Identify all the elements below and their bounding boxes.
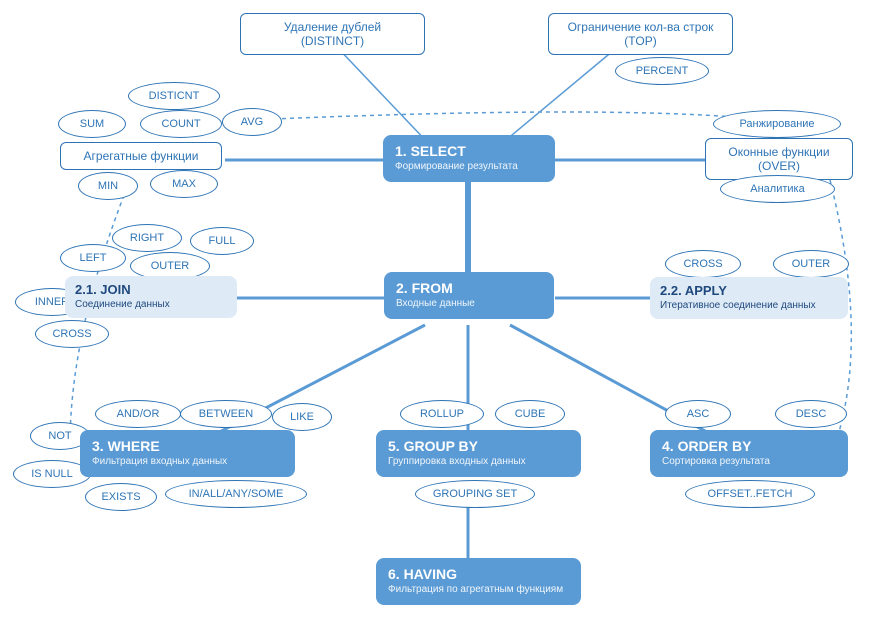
title: 1. SELECT [395, 143, 543, 159]
title: 2.2. APPLY [660, 283, 838, 298]
label: COUNT [161, 118, 200, 130]
pill-asc: ASC [665, 400, 731, 428]
title: 5. GROUP BY [388, 438, 569, 454]
pill-desc: DESC [775, 400, 847, 428]
pill-cross-apply: CROSS [665, 250, 741, 278]
subtitle: Итеративное соединение данных [660, 300, 838, 311]
label: AND/OR [117, 408, 160, 420]
label: Удаление дублей (DISTINCT) [284, 20, 381, 48]
label: NOT [48, 430, 71, 442]
box-top: Ограничение кол-ва строк (TOP) [548, 13, 733, 55]
pill-between: BETWEEN [180, 400, 272, 428]
label: LEFT [80, 252, 107, 264]
label: DISTICNT [149, 90, 200, 102]
title: 3. WHERE [92, 438, 283, 454]
pill-full: FULL [190, 227, 254, 255]
label: CROSS [683, 258, 722, 270]
node-orderby: 4. ORDER BY Сортировка результата [650, 430, 848, 477]
node-where: 3. WHERE Фильтрация входных данных [80, 430, 295, 477]
pill-outer-apply: OUTER [773, 250, 849, 278]
title: 2.1. JOIN [75, 282, 227, 297]
pill-count: COUNT [140, 110, 222, 138]
pill-right: RIGHT [112, 224, 182, 252]
label: Ограничение кол-ва строк (TOP) [568, 20, 714, 48]
pill-min: MIN [78, 172, 138, 200]
subtitle: Сортировка результата [662, 456, 836, 467]
pill-avg: AVG [222, 108, 282, 136]
label: INNER [35, 296, 69, 308]
label: MIN [98, 180, 118, 192]
subtitle: Фильтрация по агрегатным функциям [388, 584, 569, 595]
box-distinct: Удаление дублей (DISTINCT) [240, 13, 425, 55]
label: GROUPING SET [433, 488, 517, 500]
subtitle: Соединение данных [75, 299, 227, 310]
label: Аналитика [750, 183, 804, 195]
pill-percent: PERCENT [615, 57, 709, 85]
pill-ranking: Ранжирование [713, 110, 841, 138]
node-join: 2.1. JOIN Соединение данных [65, 276, 237, 318]
pill-sum: SUM [58, 110, 126, 138]
node-groupby: 5. GROUP BY Группировка входных данных [376, 430, 581, 477]
label: FULL [209, 235, 236, 247]
pill-grouping-set: GROUPING SET [415, 480, 535, 508]
label: ROLLUP [420, 408, 464, 420]
pill-cube: CUBE [495, 400, 565, 428]
node-having: 6. HAVING Фильтрация по агрегатным функц… [376, 558, 581, 605]
pill-rollup: ROLLUP [400, 400, 484, 428]
label: Оконные функции (OVER) [728, 145, 829, 173]
label: RIGHT [130, 232, 164, 244]
label: CROSS [52, 328, 91, 340]
subtitle: Формирование результата [395, 161, 543, 172]
label: PERCENT [636, 65, 689, 77]
node-select: 1. SELECT Формирование результата [383, 135, 555, 182]
title: 2. FROM [396, 280, 542, 296]
node-from: 2. FROM Входные данные [384, 272, 554, 319]
label: SUM [80, 118, 104, 130]
node-apply: 2.2. APPLY Итеративное соединение данных [650, 277, 848, 319]
label: OUTER [151, 260, 190, 272]
pill-like: LIKE [272, 403, 332, 431]
label: AVG [241, 116, 263, 128]
label: Ранжирование [739, 118, 814, 130]
title: 4. ORDER BY [662, 438, 836, 454]
pill-andor: AND/OR [95, 400, 181, 428]
pill-left: LEFT [60, 244, 126, 272]
box-agg-fn: Агрегатные функции [60, 142, 222, 170]
label: Агрегатные функции [84, 149, 199, 163]
label: IS NULL [31, 468, 73, 480]
subtitle: Группировка входных данных [388, 456, 569, 467]
subtitle: Входные данные [396, 298, 542, 309]
pill-max: MAX [150, 170, 218, 198]
pill-offset: OFFSET..FETCH [685, 480, 815, 508]
box-window-fn: Оконные функции (OVER) [705, 138, 853, 180]
label: DESC [796, 408, 827, 420]
subtitle: Фильтрация входных данных [92, 456, 283, 467]
title: 6. HAVING [388, 566, 569, 582]
label: ASC [687, 408, 710, 420]
pill-analytics: Аналитика [720, 175, 835, 203]
pill-inall: IN/ALL/ANY/SOME [165, 480, 307, 508]
label: IN/ALL/ANY/SOME [189, 488, 284, 500]
label: OFFSET..FETCH [708, 488, 793, 500]
label: MAX [172, 178, 196, 190]
label: BETWEEN [199, 408, 253, 420]
label: CUBE [515, 408, 546, 420]
label: LIKE [290, 411, 314, 423]
pill-exists: EXISTS [85, 483, 157, 511]
label: EXISTS [101, 491, 140, 503]
pill-disticnt: DISTICNT [128, 82, 220, 110]
label: OUTER [792, 258, 831, 270]
pill-cross-join: CROSS [35, 320, 109, 348]
